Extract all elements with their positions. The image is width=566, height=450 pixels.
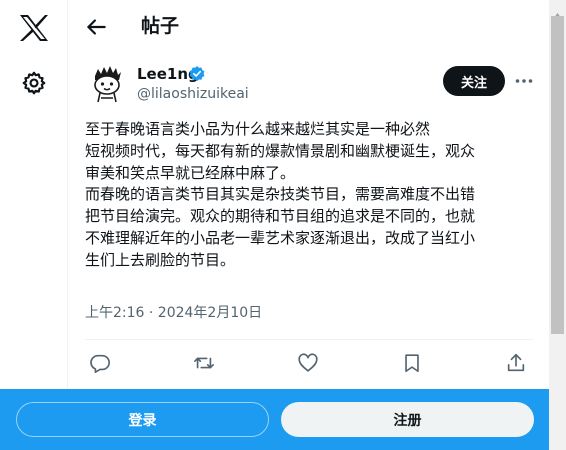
heart-icon[interactable] [297, 352, 319, 374]
post-text-line: 把节目给演完。观众的期待和节目组的追求是不同的，也就 [85, 207, 476, 226]
scroll-up-arrow-icon[interactable] [553, 4, 562, 19]
post-text-line: 审美和笑点早就已经麻中麻了。 [85, 163, 296, 182]
repost-icon[interactable] [193, 352, 215, 374]
signup-button[interactable]: 注册 [281, 402, 534, 437]
action-bar [69, 340, 549, 386]
share-icon[interactable] [505, 352, 527, 374]
page-title: 帖子 [141, 15, 180, 37]
reply-icon[interactable] [89, 352, 111, 374]
avatar[interactable] [85, 62, 129, 106]
main-column: 帖子 Lee1ng @lilaoshizuikeai 关注 至于春晚语言类小品为… [69, 0, 549, 450]
post-text-line: 生们上去刷脸的节目。 [85, 250, 236, 269]
x-logo-icon[interactable] [19, 14, 49, 42]
post-text-line: 不难理解近年的小品老一辈艺术家逐渐退出，改成了当红小 [85, 228, 476, 247]
gear-icon[interactable] [21, 70, 47, 96]
follow-button[interactable]: 关注 [443, 66, 505, 96]
arrow-left-icon[interactable] [83, 14, 109, 40]
page-header: 帖子 [69, 0, 549, 54]
scrollbar-thumb[interactable] [551, 16, 564, 334]
post-text-line: 至于春晚语言类小品为什么越来越烂其实是一种必然 [85, 120, 431, 138]
author-handle[interactable]: @lilaoshizuikeai [137, 85, 249, 104]
login-button[interactable]: 登录 [16, 402, 269, 437]
post-text-line: 短视频时代，每天都有新的爆款情景剧和幽默梗诞生，观众 [85, 141, 476, 160]
left-rail [0, 0, 68, 450]
post-text-line: 而春晚的语言类节目其实是杂技类节目，需要高难度不出错 [85, 185, 476, 204]
bookmark-icon[interactable] [401, 352, 423, 374]
signup-bottom-bar: 登录 注册 [0, 389, 549, 450]
post-text: 至于春晚语言类小品为什么越来越烂其实是一种必然 短视频时代，每天都有新的爆款情景… [85, 119, 535, 272]
verified-badge-icon [188, 65, 206, 83]
more-horizontal-icon[interactable] [513, 70, 535, 92]
scrollbar[interactable] [549, 0, 566, 450]
post-timestamp[interactable]: 上午2:16 · 2024年2月10日 [85, 304, 262, 323]
